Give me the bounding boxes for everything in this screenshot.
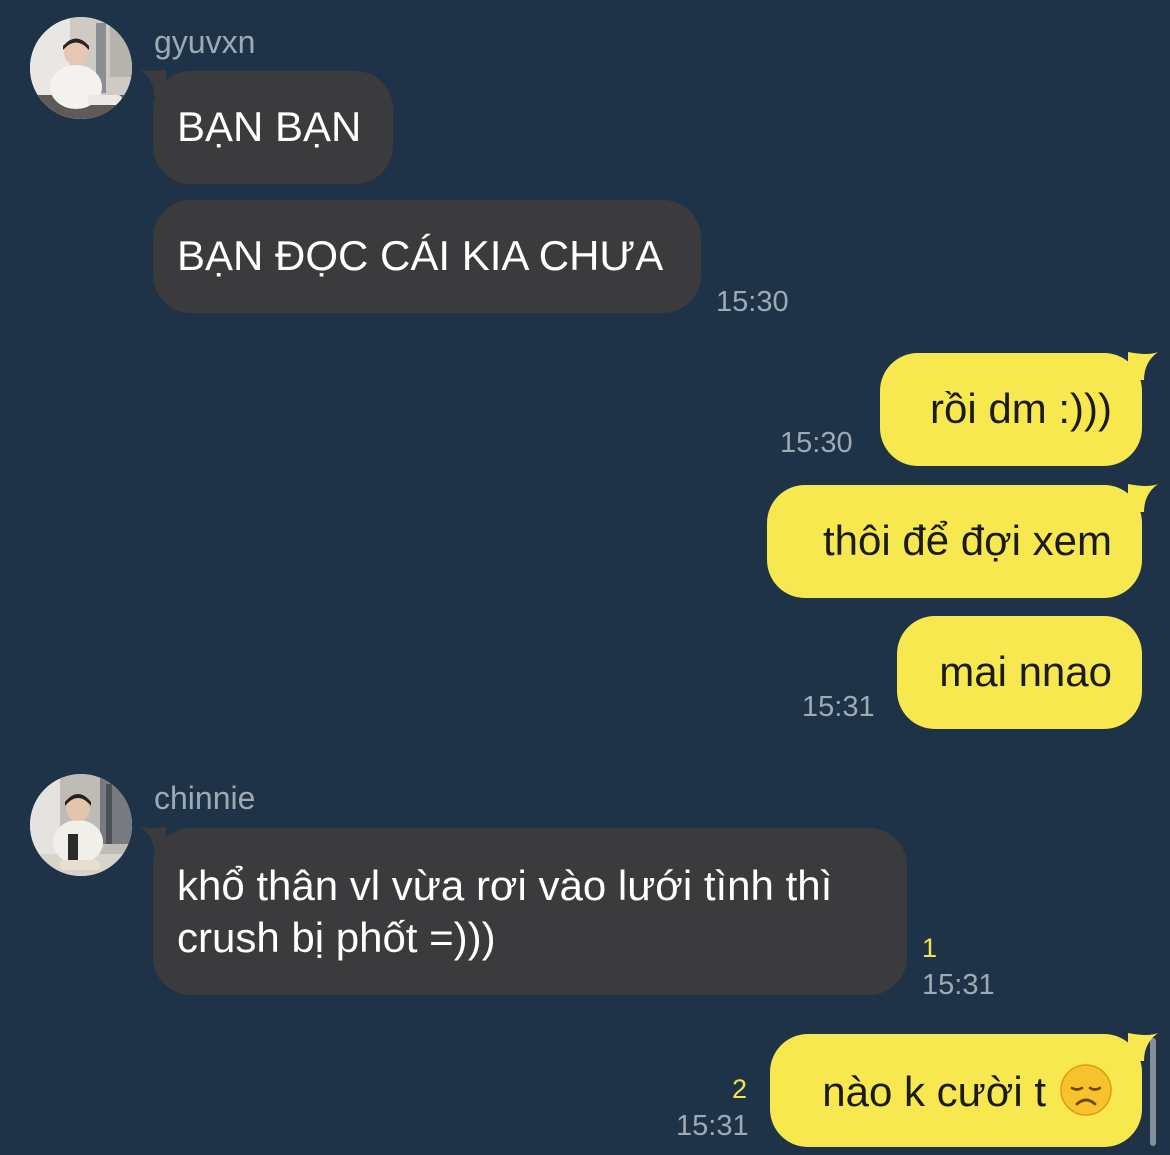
avatar-gyuvxn[interactable] <box>30 17 132 119</box>
message-text-line: crush bị phốt =))) <box>177 914 496 961</box>
profile-photo <box>30 774 132 876</box>
message-bubble[interactable]: BẠN ĐỌC CÁI KIA CHƯA <box>153 200 701 313</box>
message-text: thôi để đợi xem <box>822 517 1112 564</box>
message-text: mai nnao <box>939 648 1112 695</box>
message-timestamp: 15:30 <box>780 427 853 459</box>
unread-count: 1 <box>922 933 938 963</box>
message-content: nào k cười t <box>800 1064 1112 1118</box>
message-bubble[interactable]: thôi để đợi xem <box>767 485 1142 598</box>
sender-name: gyuvxn <box>154 24 256 60</box>
message-timestamp: 15:30 <box>716 286 789 318</box>
disappointed-face-icon <box>1060 1064 1112 1116</box>
message-timestamp: 15:31 <box>676 1110 749 1142</box>
unread-count: 2 <box>732 1074 748 1104</box>
message-text: rồi dm :))) <box>930 385 1112 432</box>
message-timestamp: 15:31 <box>802 691 875 723</box>
message-bubble[interactable]: khổ thân vl vừa rơi vào lưới tình thì cr… <box>153 828 907 995</box>
message-bubble[interactable]: nào k cười t <box>770 1034 1142 1147</box>
message-bubble[interactable]: mai nnao <box>897 616 1142 729</box>
sender-name: chinnie <box>154 780 256 816</box>
message-text: BẠN BẠN <box>177 103 362 150</box>
message-text-line: khổ thân vl vừa rơi vào lưới tình thì <box>177 862 833 909</box>
message-text: nào k cười t <box>822 1068 1046 1115</box>
message-bubble[interactable]: BẠN BẠN <box>153 71 393 184</box>
profile-photo <box>30 17 132 119</box>
message-text: BẠN ĐỌC CÁI KIA CHƯA <box>177 232 664 279</box>
scrollbar[interactable] <box>1150 1038 1156 1146</box>
message-timestamp: 15:31 <box>922 969 995 1001</box>
avatar-chinnie[interactable] <box>30 774 132 876</box>
message-bubble[interactable]: rồi dm :))) <box>880 353 1142 466</box>
